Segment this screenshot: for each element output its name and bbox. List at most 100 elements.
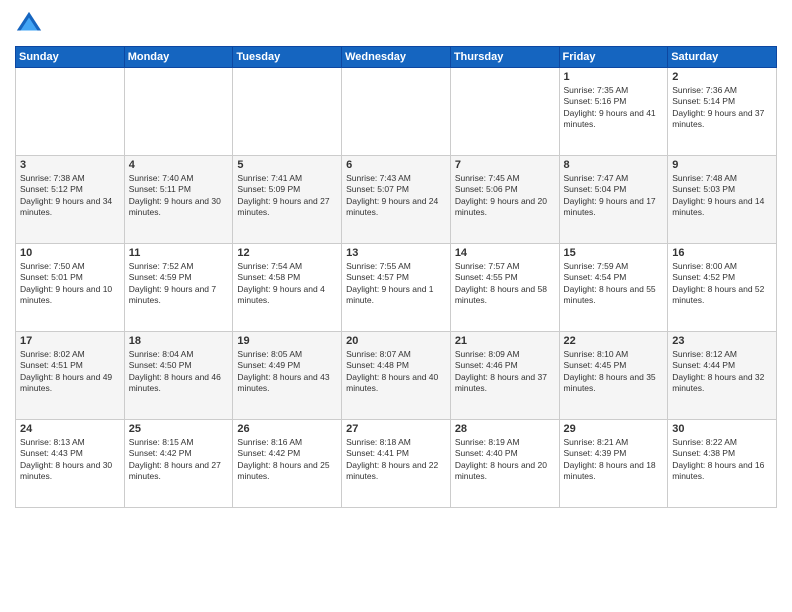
col-header-monday: Monday	[124, 47, 233, 68]
day-number: 25	[129, 423, 229, 435]
day-info: Sunrise: 8:19 AM Sunset: 4:40 PM Dayligh…	[455, 437, 555, 483]
day-info: Sunrise: 7:55 AM Sunset: 4:57 PM Dayligh…	[346, 261, 446, 307]
day-cell: 21Sunrise: 8:09 AM Sunset: 4:46 PM Dayli…	[450, 332, 559, 420]
day-info: Sunrise: 7:45 AM Sunset: 5:06 PM Dayligh…	[455, 173, 555, 219]
calendar-table: SundayMondayTuesdayWednesdayThursdayFrid…	[15, 46, 777, 508]
col-header-friday: Friday	[559, 47, 668, 68]
day-number: 5	[237, 159, 337, 171]
day-cell: 22 Sunrise: 8:10 AM Sunset: 4:45 PM Dayli…	[559, 332, 668, 420]
day-cell: 23 Sunrise: 8:12 AM Sunset: 4:44 PM Dayli…	[668, 332, 777, 420]
day-number: 8	[564, 159, 664, 171]
day-info: Sunrise: 7:38 AM Sunset: 5:12 PM Dayligh…	[20, 173, 120, 219]
day-info: Sunrise: 7:35 AM Sunset: 5:16 PM Dayligh…	[564, 85, 664, 131]
day-cell: 9 Sunrise: 7:48 AM Sunset: 5:03 PM Daylig…	[668, 156, 777, 244]
day-number: 11	[129, 247, 229, 259]
day-cell	[342, 68, 451, 156]
day-number: 9	[672, 159, 772, 171]
day-number: 19	[237, 335, 337, 347]
day-number: 27	[346, 423, 446, 435]
page: SundayMondayTuesdayWednesdayThursdayFrid…	[0, 0, 792, 612]
header	[15, 10, 777, 38]
day-cell	[233, 68, 342, 156]
day-cell: 25 Sunrise: 8:15 AM Sunset: 4:42 PM Dayli…	[124, 420, 233, 508]
day-cell: 16 Sunrise: 8:00 AM Sunset: 4:52 PM Dayli…	[668, 244, 777, 332]
day-number: 29	[564, 423, 664, 435]
day-cell: 27 Sunrise: 8:18 AM Sunset: 4:41 PM Dayli…	[342, 420, 451, 508]
week-row-5: 24 Sunrise: 8:13 AM Sunset: 4:43 PM Dayli…	[16, 420, 777, 508]
day-cell: 20 Sunrise: 8:07 AM Sunset: 4:48 PM Dayli…	[342, 332, 451, 420]
day-info: Sunrise: 7:52 AM Sunset: 4:59 PM Dayligh…	[129, 261, 229, 307]
day-info: Sunrise: 7:47 AM Sunset: 5:04 PM Dayligh…	[564, 173, 664, 219]
day-info: Sunrise: 8:00 AM Sunset: 4:52 PM Dayligh…	[672, 261, 772, 307]
col-header-tuesday: Tuesday	[233, 47, 342, 68]
day-number: 24	[20, 423, 120, 435]
day-number: 17	[20, 335, 120, 347]
day-cell	[450, 68, 559, 156]
day-cell: 19 Sunrise: 8:05 AM Sunset: 4:49 PM Dayli…	[233, 332, 342, 420]
day-number: 15	[564, 247, 664, 259]
day-cell: 28 Sunrise: 8:19 AM Sunset: 4:40 PM Dayli…	[450, 420, 559, 508]
day-cell: 4 Sunrise: 7:40 AM Sunset: 5:11 PM Daylig…	[124, 156, 233, 244]
day-number: 23	[672, 335, 772, 347]
day-cell: 29 Sunrise: 8:21 AM Sunset: 4:39 PM Dayli…	[559, 420, 668, 508]
day-cell: 13 Sunrise: 7:55 AM Sunset: 4:57 PM Dayli…	[342, 244, 451, 332]
day-cell: 12 Sunrise: 7:54 AM Sunset: 4:58 PM Dayli…	[233, 244, 342, 332]
day-info: Sunrise: 8:04 AM Sunset: 4:50 PM Dayligh…	[129, 349, 229, 395]
col-header-thursday: Thursday	[450, 47, 559, 68]
day-cell: 10 Sunrise: 7:50 AM Sunset: 5:01 PM Dayli…	[16, 244, 125, 332]
day-cell: 2 Sunrise: 7:36 AM Sunset: 5:14 PM Daylig…	[668, 68, 777, 156]
day-number: 21	[455, 335, 555, 347]
day-number: 14	[455, 247, 555, 259]
logo	[15, 10, 45, 38]
day-info: Sunrise: 8:02 AM Sunset: 4:51 PM Dayligh…	[20, 349, 120, 395]
day-number: 10	[20, 247, 120, 259]
day-number: 3	[20, 159, 120, 171]
day-cell	[124, 68, 233, 156]
day-info: Sunrise: 7:36 AM Sunset: 5:14 PM Dayligh…	[672, 85, 772, 131]
day-number: 26	[237, 423, 337, 435]
day-cell: 1 Sunrise: 7:35 AM Sunset: 5:16 PM Daylig…	[559, 68, 668, 156]
day-cell: 7Sunrise: 7:45 AM Sunset: 5:06 PM Daylig…	[450, 156, 559, 244]
day-cell: 30 Sunrise: 8:22 AM Sunset: 4:38 PM Dayli…	[668, 420, 777, 508]
day-info: Sunrise: 7:41 AM Sunset: 5:09 PM Dayligh…	[237, 173, 337, 219]
day-info: Sunrise: 8:21 AM Sunset: 4:39 PM Dayligh…	[564, 437, 664, 483]
day-info: Sunrise: 8:12 AM Sunset: 4:44 PM Dayligh…	[672, 349, 772, 395]
day-info: Sunrise: 8:18 AM Sunset: 4:41 PM Dayligh…	[346, 437, 446, 483]
day-info: Sunrise: 7:54 AM Sunset: 4:58 PM Dayligh…	[237, 261, 337, 307]
day-info: Sunrise: 8:13 AM Sunset: 4:43 PM Dayligh…	[20, 437, 120, 483]
day-info: Sunrise: 8:07 AM Sunset: 4:48 PM Dayligh…	[346, 349, 446, 395]
day-cell: 17 Sunrise: 8:02 AM Sunset: 4:51 PM Dayli…	[16, 332, 125, 420]
day-cell: 26 Sunrise: 8:16 AM Sunset: 4:42 PM Dayli…	[233, 420, 342, 508]
day-info: Sunrise: 7:40 AM Sunset: 5:11 PM Dayligh…	[129, 173, 229, 219]
day-cell: 15 Sunrise: 7:59 AM Sunset: 4:54 PM Dayli…	[559, 244, 668, 332]
week-row-2: 3 Sunrise: 7:38 AM Sunset: 5:12 PM Daylig…	[16, 156, 777, 244]
day-info: Sunrise: 7:48 AM Sunset: 5:03 PM Dayligh…	[672, 173, 772, 219]
day-cell: 24 Sunrise: 8:13 AM Sunset: 4:43 PM Dayli…	[16, 420, 125, 508]
day-info: Sunrise: 7:59 AM Sunset: 4:54 PM Dayligh…	[564, 261, 664, 307]
day-info: Sunrise: 7:50 AM Sunset: 5:01 PM Dayligh…	[20, 261, 120, 307]
day-info: Sunrise: 8:10 AM Sunset: 4:45 PM Dayligh…	[564, 349, 664, 395]
day-number: 4	[129, 159, 229, 171]
day-number: 6	[346, 159, 446, 171]
day-number: 22	[564, 335, 664, 347]
col-header-wednesday: Wednesday	[342, 47, 451, 68]
day-number: 30	[672, 423, 772, 435]
day-info: Sunrise: 8:22 AM Sunset: 4:38 PM Dayligh…	[672, 437, 772, 483]
day-number: 2	[672, 71, 772, 83]
day-number: 18	[129, 335, 229, 347]
day-number: 12	[237, 247, 337, 259]
day-cell: 6Sunrise: 7:43 AM Sunset: 5:07 PM Daylig…	[342, 156, 451, 244]
day-number: 28	[455, 423, 555, 435]
day-cell: 5 Sunrise: 7:41 AM Sunset: 5:09 PM Daylig…	[233, 156, 342, 244]
week-row-3: 10 Sunrise: 7:50 AM Sunset: 5:01 PM Dayli…	[16, 244, 777, 332]
day-number: 20	[346, 335, 446, 347]
day-info: Sunrise: 8:05 AM Sunset: 4:49 PM Dayligh…	[237, 349, 337, 395]
day-info: Sunrise: 8:16 AM Sunset: 4:42 PM Dayligh…	[237, 437, 337, 483]
day-number: 16	[672, 247, 772, 259]
day-number: 1	[564, 71, 664, 83]
day-cell: 3 Sunrise: 7:38 AM Sunset: 5:12 PM Daylig…	[16, 156, 125, 244]
day-info: Sunrise: 8:15 AM Sunset: 4:42 PM Dayligh…	[129, 437, 229, 483]
day-number: 13	[346, 247, 446, 259]
day-cell: 14Sunrise: 7:57 AM Sunset: 4:55 PM Dayli…	[450, 244, 559, 332]
day-cell: 8 Sunrise: 7:47 AM Sunset: 5:04 PM Daylig…	[559, 156, 668, 244]
